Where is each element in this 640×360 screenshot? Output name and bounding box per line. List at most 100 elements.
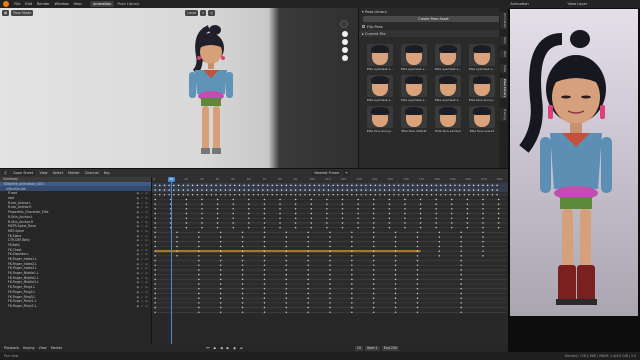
- ruler-tick-label: 30: [199, 177, 204, 181]
- tab-view[interactable]: View: [500, 64, 507, 74]
- menu-render[interactable]: Render: [35, 2, 53, 6]
- pose-thumbnail[interactable]: Ellie eyemask s...: [399, 44, 429, 74]
- keying-menu[interactable]: Keying: [21, 346, 36, 350]
- pose-thumbnail-label: Ellie face excited: [435, 129, 461, 133]
- pose-thumbnail-label: Ellie eyemask s...: [366, 67, 394, 71]
- blender-logo-icon[interactable]: [3, 1, 9, 7]
- editor-type-dopesheet-button[interactable]: ◫: [2, 170, 10, 176]
- pose-thumbnail-label: Ellie eyemask s...: [366, 98, 394, 102]
- keyframes-layer[interactable]: [152, 183, 508, 345]
- pose-preview-image: [401, 75, 427, 97]
- keyframe-area[interactable]: 0 10 20 30 40 50 60 70 80 90 100 110 120 130 140 150 160…: [152, 177, 508, 345]
- create-pose-asset-button[interactable]: Create Pose Asset: [363, 16, 504, 22]
- tab-tracing[interactable]: Tracing: [500, 108, 507, 121]
- dope-sheet-mode-dropdown[interactable]: Dope Sheet: [11, 170, 36, 176]
- tab-tool[interactable]: Tool: [500, 50, 507, 58]
- navigation-gizmo[interactable]: [340, 20, 348, 28]
- channel-row[interactable]: FK-Finger_Pinky2.L ◉ ✓ ⊡: [0, 304, 151, 309]
- character-ellie-camera: [519, 30, 612, 305]
- prev-key-icon[interactable]: ◆: [211, 346, 218, 350]
- filter-icon[interactable]: ⏷: [343, 170, 350, 176]
- ruler-tick-label: 0: [153, 177, 156, 181]
- ds-menu-channel[interactable]: Channel: [82, 171, 101, 175]
- menu-help[interactable]: Help: [71, 2, 84, 6]
- marker-menu[interactable]: Marker: [49, 346, 65, 350]
- pose-thumbnail[interactable]: Ellie eyemask s...: [365, 44, 395, 74]
- flip-pose-checkbox[interactable]: [362, 25, 365, 28]
- status-bar: Pan View Memory: 728.2 MiB | VRAM: 1.4/4…: [0, 352, 640, 360]
- ruler-tick-label: 180: [434, 177, 440, 181]
- pose-thumbnail[interactable]: Ellie face annoy...: [467, 75, 497, 105]
- catalog-row[interactable]: ▸ Current File: [359, 30, 508, 37]
- 3d-viewport[interactable]: ▣ Pose Mode Local ⌖ ◎: [0, 8, 358, 168]
- channel-toggle-icons[interactable]: ◉ ✓ ⊡: [136, 304, 148, 308]
- view-layer-dropdown[interactable]: View Layer: [565, 2, 589, 6]
- tab-animation-side[interactable]: Animation: [500, 12, 507, 30]
- playhead[interactable]: 10: [167, 177, 175, 345]
- jump-end-icon[interactable]: ⏭: [238, 346, 245, 350]
- menu-edit[interactable]: Edit: [23, 2, 35, 6]
- workspace-dropdown[interactable]: Animation: [508, 2, 531, 6]
- menu-window[interactable]: Window: [52, 2, 71, 6]
- flip-pose-row[interactable]: Flip Pose: [359, 23, 508, 30]
- tab-pose-library-side[interactable]: Pose Library: [500, 78, 507, 99]
- ds-menu-marker[interactable]: Marker: [66, 171, 83, 175]
- ds-menu-key[interactable]: Key: [101, 171, 112, 175]
- pose-preview-image: [435, 75, 461, 97]
- status-left: Pan View: [4, 354, 19, 358]
- pose-library-panel: ▾ Pose Library Create Pose Asset Flip Po…: [358, 8, 508, 168]
- snap-mode-dropdown[interactable]: Nearest Frame: [312, 170, 342, 176]
- end-frame-field[interactable]: End 230: [381, 345, 399, 351]
- play-icon[interactable]: ▶: [225, 346, 232, 350]
- mode-dropdown[interactable]: Pose Mode: [11, 9, 34, 16]
- jump-start-icon[interactable]: ⏮: [204, 346, 211, 350]
- catalog-label: Current File: [364, 31, 386, 36]
- ruler-tick-label: 140: [371, 177, 378, 181]
- camera-icon[interactable]: [342, 47, 348, 53]
- view-menu[interactable]: View: [37, 346, 49, 350]
- playback-menu[interactable]: Playback: [2, 346, 21, 350]
- menu-file[interactable]: File: [12, 2, 23, 6]
- zoom-icon[interactable]: [342, 31, 348, 37]
- pose-thumbnail[interactable]: Ellie eyemask s...: [399, 75, 429, 105]
- pan-hand-icon[interactable]: [342, 39, 348, 45]
- pose-thumbnail[interactable]: Ellie eyemask s...: [433, 44, 463, 74]
- play-reverse-icon[interactable]: ◀: [218, 346, 225, 350]
- tab-animation[interactable]: Animation: [90, 1, 115, 7]
- camera-viewport[interactable]: [510, 9, 638, 316]
- tab-pose-library[interactable]: Pose Library: [114, 1, 142, 7]
- current-frame-label[interactable]: 10: [167, 177, 175, 182]
- editor-type-button[interactable]: ▣: [2, 9, 10, 16]
- ruler-tick-label: 160: [402, 177, 409, 181]
- pose-library-title-row[interactable]: ▾ Pose Library: [359, 8, 508, 15]
- tab-item[interactable]: Item: [500, 36, 507, 45]
- start-value: 1: [375, 345, 378, 350]
- current-frame-field[interactable]: 10: [354, 345, 363, 351]
- axis-gizmo-icon[interactable]: [340, 20, 348, 28]
- pose-thumbnail[interactable]: Ellie face annoy...: [365, 106, 395, 136]
- camera-view-area: Animation View Layer: [508, 0, 640, 360]
- pose-thumbnail-label: Ellie face scared: [469, 129, 495, 133]
- ruler-tick-label: 200: [465, 177, 472, 181]
- ds-menu-view[interactable]: View: [37, 171, 50, 175]
- pose-thumbnail[interactable]: Ellie face excited: [433, 106, 463, 136]
- pose-thumbnail[interactable]: Ellie eyemask s...: [467, 44, 497, 74]
- proportional-icon[interactable]: ◎: [208, 9, 216, 16]
- pose-thumbnail-label: Ellie face annoy...: [366, 129, 394, 133]
- next-key-icon[interactable]: ◆: [231, 346, 238, 350]
- pose-thumbnail[interactable]: Ellie eyemask s...: [433, 75, 463, 105]
- end-label: End: [383, 345, 390, 350]
- start-frame-field[interactable]: Start 1: [364, 345, 380, 351]
- ruler-tick-label: 210: [481, 177, 487, 181]
- pose-thumbnail-label: Ellie face annoy...: [468, 98, 496, 102]
- ds-menu-select[interactable]: Select: [50, 171, 65, 175]
- ruler-tick-label: 80: [278, 177, 282, 181]
- pose-thumbnail-label: Ellie eyemask s...: [468, 67, 496, 71]
- pose-thumbnail[interactable]: Ellie face default: [399, 106, 429, 136]
- perspective-grid-icon[interactable]: [342, 55, 348, 61]
- status-right: Memory: 728.2 MiB | VRAM: 1.4/4.0 GiB | …: [564, 354, 636, 358]
- pose-thumbnail[interactable]: Ellie eyemask s...: [365, 75, 395, 105]
- pose-thumbnail[interactable]: Ellie face scared: [467, 106, 497, 136]
- orientation-dropdown[interactable]: Local: [185, 9, 199, 16]
- snap-icon[interactable]: ⌖: [200, 9, 207, 16]
